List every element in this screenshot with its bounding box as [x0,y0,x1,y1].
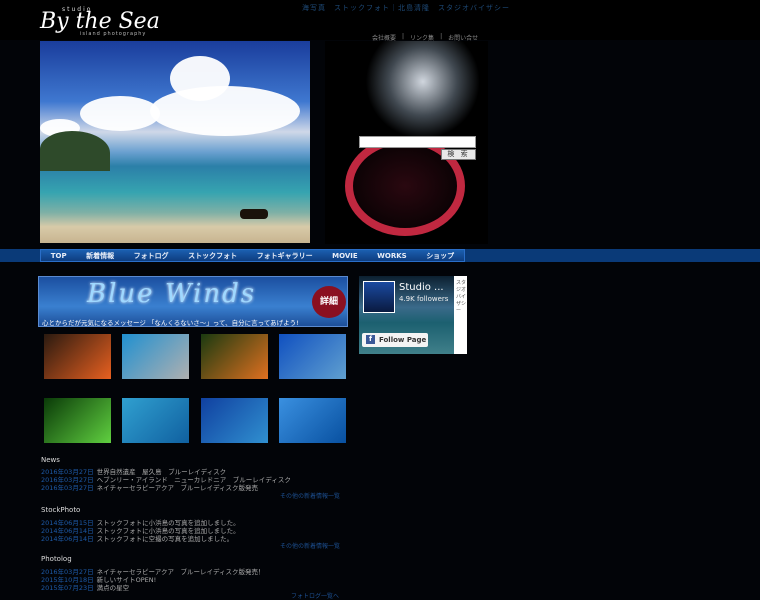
list-item[interactable]: 2015年07月23日 満点の星空 [41,584,265,592]
main-nav: TOP 新着情報 フォトログ ストックフォト フォトギャラリー MOVIE WO… [40,249,465,262]
thumbnail-clownfish[interactable] [44,334,111,379]
item-date: 2016年03月27日 [41,568,94,576]
item-date: 2016年03月27日 [41,476,94,484]
item-date: 2015年10月18日 [41,576,94,584]
search-input[interactable] [359,136,476,148]
list-item[interactable]: 2016年03月27日 ヘブンリー・アイランド ニューカレドニア ブルーレイディス… [41,476,291,484]
nav-gallery[interactable]: フォトギャラリー [257,251,313,261]
list-item[interactable]: 2014年06月14日 ストックフォトに小浜島の写真を追加しました。 [41,527,240,535]
banner-detail-button[interactable]: 詳細 [312,286,346,318]
list-item[interactable]: 2016年03月27日 世界自然遺産 屋久島 ブルーレイディスク [41,468,291,476]
horse [240,209,268,219]
item-text[interactable]: ネイチャーセラピーアクア ブルーレイディスク版発売 [97,484,258,492]
facebook-side-text: スタジオバイザシー [456,280,467,314]
facebook-icon: f [366,335,375,344]
nav-top[interactable]: TOP [51,252,67,260]
item-date: 2016年03月27日 [41,468,94,476]
item-date: 2015年07月23日 [41,584,94,592]
facebook-page-name[interactable]: Studio ... [399,282,444,293]
stockphoto-list: 2014年06月15日 ストックフォトに小浜島の写真を追加しました。 2014年06… [41,519,240,543]
blue-winds-banner[interactable]: Blue Winds 詳細 心とからだが元気になるメッセージ 「なんくるないさ〜… [38,276,348,327]
item-text[interactable]: 満点の星空 [97,584,130,592]
nav-movie[interactable]: MOVIE [332,252,358,260]
stockphoto-title: StockPhoto [41,506,81,514]
photolog-list: 2016年03月27日 ネイチャーセラピーアクア ブルーレイディスク版発売！ 201… [41,568,265,592]
nav-shop[interactable]: ショップ [426,251,454,261]
item-text[interactable]: ネイチャーセラピーアクア ブルーレイディスク版発売！ [97,568,265,576]
item-text[interactable]: 世界自然遺産 屋久島 ブルーレイディスク [97,468,227,476]
nav-news[interactable]: 新着情報 [86,251,114,261]
facebook-cover: Studio ... 4.9K followers f Follow Page [359,276,454,354]
news-list: 2016年03月27日 世界自然遺産 屋久島 ブルーレイディスク 2016年03月2… [41,468,291,492]
stockphoto-more-link[interactable]: その他の新着情報一覧 [280,541,340,550]
list-item[interactable]: 2014年06月14日 ストックフォトに空撮の写真を追加しました。 [41,535,240,543]
list-item[interactable]: 2015年10月18日 新しいサイトOPEN! [41,576,265,584]
thumbnail-sea-horizon[interactable] [279,334,346,379]
follow-label: Follow Page [379,336,427,344]
hero-beach-image [40,41,310,243]
news-title: News [41,456,60,464]
item-text[interactable]: ストックフォトに空撮の写真を追加しました。 [97,535,234,543]
item-date: 2016年03月27日 [41,484,94,492]
hill [40,131,110,171]
photolog-more-link[interactable]: フォトログ一覧へ [291,591,339,600]
facebook-widget: Studio ... 4.9K followers f Follow Page … [359,276,467,354]
item-date: 2014年06月14日 [41,527,94,535]
thumbnail-sea-aerial[interactable] [201,398,268,443]
nav-works[interactable]: WORKS [377,252,407,260]
item-date: 2014年06月15日 [41,519,94,527]
item-text[interactable]: ヘブンリー・アイランド ニューカレドニア ブルーレイディスク [97,476,291,484]
thumbnail-road-to-sea[interactable] [122,334,189,379]
list-item[interactable]: 2016年03月27日 ネイチャーセラピーアクア ブルーレイディスク版発売！ [41,568,265,576]
facebook-avatar[interactable] [363,281,395,313]
thumbnail-green-frog[interactable] [44,398,111,443]
list-item[interactable]: 2016年03月27日 ネイチャーセラピーアクア ブルーレイディスク版発売 [41,484,291,492]
site-tagline[interactable]: 海写真 ストックフォト｜北島清隆 スタジオバイザシー [302,3,510,13]
photolog-title: Photolog [41,555,72,563]
facebook-follow-button[interactable]: f Follow Page [362,333,428,347]
thumbnail-shallow-sea[interactable] [122,398,189,443]
item-text[interactable]: 新しいサイトOPEN! [97,576,157,584]
item-text[interactable]: ストックフォトに小浜島の写真を追加しました。 [97,527,240,535]
item-text[interactable]: ストックフォトに小浜島の写真を追加しました。 [97,519,240,527]
banner-title: Blue Winds [87,279,257,309]
news-more-link[interactable]: その他の新着情報一覧 [280,491,340,500]
thumbnail-bird-of-paradise-flower[interactable] [201,334,268,379]
thumbnail-windsurfer[interactable] [279,398,346,443]
list-item[interactable]: 2014年06月15日 ストックフォトに小浜島の写真を追加しました。 [41,519,240,527]
nav-stockphoto[interactable]: ストックフォト [188,251,237,261]
search-button[interactable]: 検 索 [441,149,476,160]
banner-message: 心とからだが元気になるメッセージ 「なんくるないさ〜」って、自分に言ってあげよう… [42,319,299,327]
logo-subtitle: island photography [80,31,147,37]
item-date: 2014年06月14日 [41,535,94,543]
nav-photolog[interactable]: フォトログ [134,251,169,261]
facebook-followers: 4.9K followers [399,295,449,303]
